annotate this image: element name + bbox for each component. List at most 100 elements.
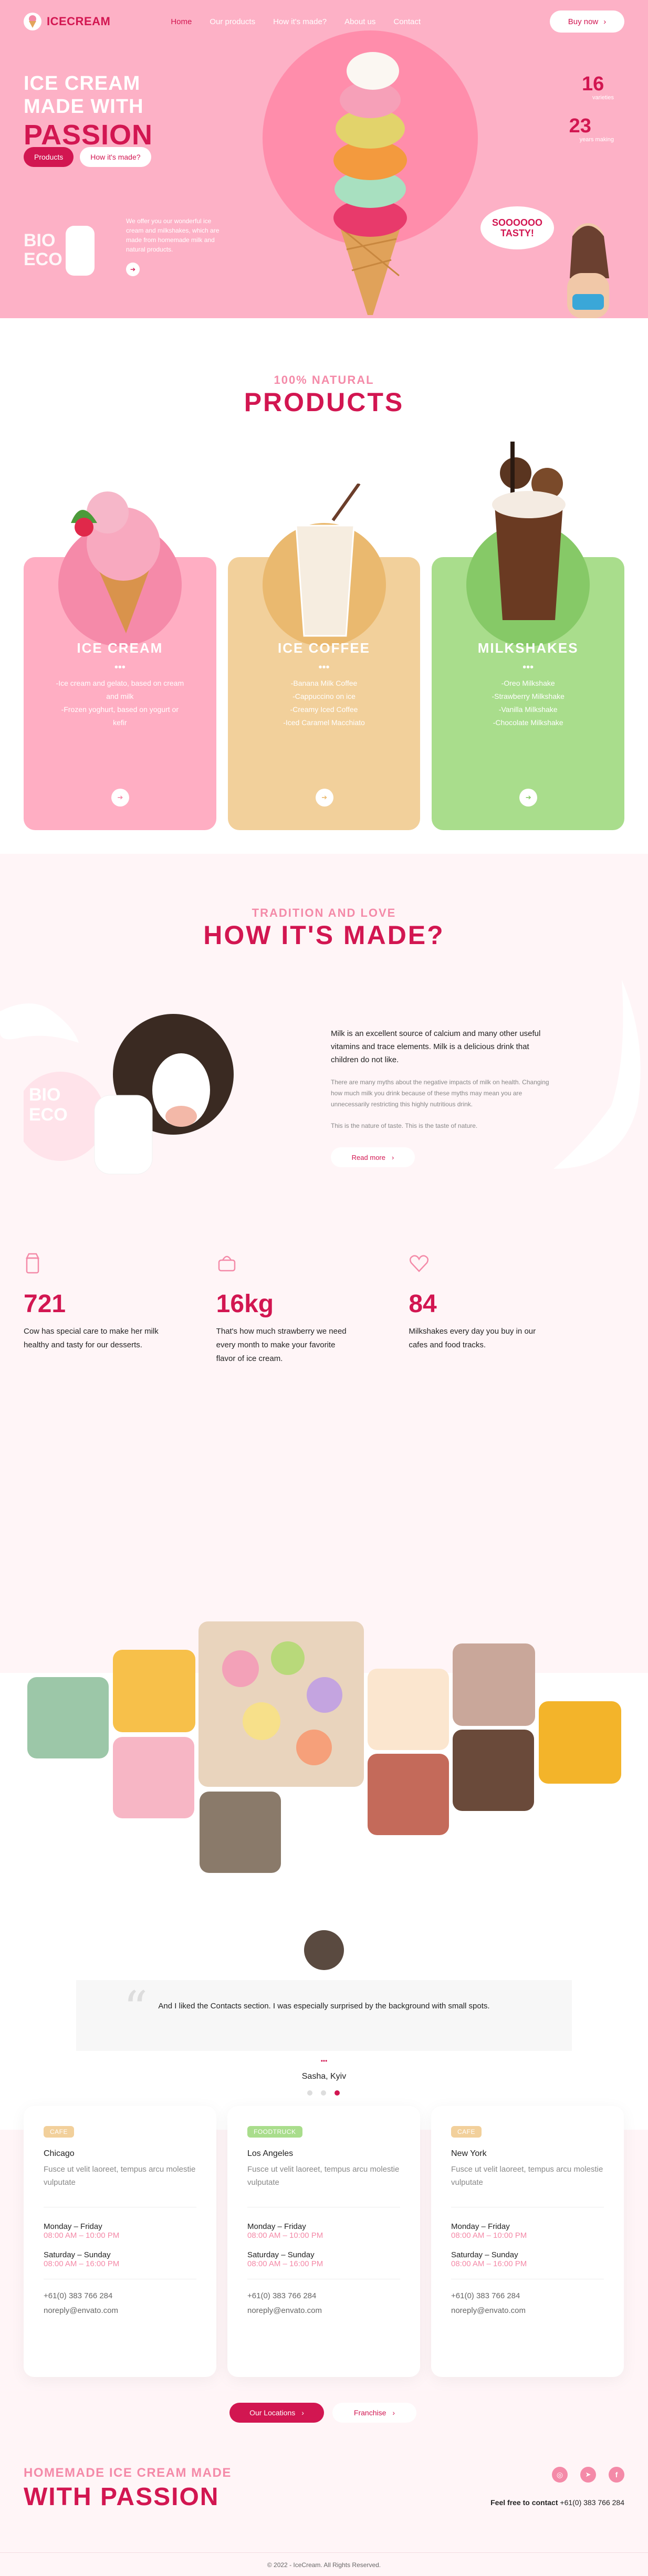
products-button[interactable]: Products	[24, 147, 74, 167]
buy-now-button[interactable]: Buy now ›	[550, 11, 624, 33]
product-item: -Banana Milk Coffee	[290, 679, 358, 687]
location-card-los-angeles: FOODTRUCK Los Angeles Fusce ut velit lao…	[227, 2106, 420, 2377]
how-text: Milk is an excellent source of calcium a…	[331, 1027, 551, 1167]
facebook-icon[interactable]: f	[609, 2467, 624, 2483]
stat-number: 721	[24, 1290, 66, 1318]
dots-divider: •••	[318, 662, 330, 673]
instagram-icon[interactable]: ◎	[552, 2467, 568, 2483]
nav-links: Home Our products How it's made? About u…	[171, 17, 421, 26]
hero-stat-1: 16 varieties	[582, 74, 614, 101]
gallery-photo[interactable]	[113, 1650, 195, 1732]
location-address: Fusce ut velit laoreet, tempus arcu mole…	[44, 2165, 196, 2187]
stat-item: 721 Cow has special care to make her mil…	[24, 1253, 216, 1366]
product-item: -Ice cream and gelato, based on cream an…	[56, 679, 184, 700]
gallery-section	[0, 1552, 648, 1920]
nav-about[interactable]: About us	[344, 17, 375, 26]
copyright: © 2022 - IceCream. All Rights Reserved.	[267, 2561, 381, 2569]
how-made-button[interactable]: How it's made?	[80, 147, 151, 167]
ice-cream-logo-icon	[24, 13, 41, 30]
location-city: Chicago	[44, 2149, 75, 2158]
gallery-photo[interactable]	[539, 1701, 621, 1784]
weekend-label: Saturday – Sunday	[44, 2250, 111, 2259]
arrow-right-icon: ➔	[130, 266, 136, 273]
product-item: -Strawberry Milkshake	[492, 692, 565, 700]
nav-home[interactable]: Home	[171, 17, 192, 26]
stat-item: 84 Milkshakes every day you buy in our c…	[409, 1253, 601, 1366]
gallery-photo[interactable]	[113, 1737, 194, 1818]
hero-buttons: Products How it's made?	[24, 147, 151, 167]
weekday-hours: 08:00 AM – 10:00 PM	[451, 2231, 527, 2240]
logo-text: ICECREAM	[47, 15, 111, 28]
location-phone[interactable]: +61(0) 383 766 284	[451, 2289, 604, 2303]
girl-eating-icecream-image	[567, 223, 609, 318]
franchise-button[interactable]: Franchise ›	[332, 2403, 416, 2423]
weekday-label: Monday – Friday	[451, 2222, 510, 2231]
weekday-label: Monday – Friday	[44, 2222, 102, 2231]
heart-icon	[409, 1253, 601, 1274]
product-name: MILKSHAKES	[477, 640, 579, 656]
how-lead: Milk is an excellent source of calcium a…	[331, 1029, 541, 1064]
bio-eco-text: BIO ECO	[24, 231, 62, 269]
dots-divider: •••	[522, 662, 534, 673]
arrow-right-icon[interactable]: ➔	[315, 789, 333, 807]
top-nav: ICECREAM Home Our products How it's made…	[24, 11, 624, 33]
hero-section: ICECREAM Home Our products How it's made…	[0, 0, 648, 318]
social-links: ◎ ➤ f	[552, 2467, 624, 2483]
ice-cream-cone-image	[333, 52, 407, 315]
location-city: New York	[451, 2149, 487, 2158]
nav-how-made[interactable]: How it's made?	[273, 17, 327, 26]
location-phone[interactable]: +61(0) 383 766 284	[44, 2289, 196, 2303]
location-phone[interactable]: +61(0) 383 766 284	[247, 2289, 400, 2303]
weekend-label: Saturday – Sunday	[247, 2250, 315, 2259]
how-paragraph-2: This is the nature of taste. This is the…	[331, 1122, 478, 1129]
read-more-label: Read more	[351, 1153, 385, 1161]
chevron-right-icon: ›	[391, 1153, 394, 1161]
product-item: -Frozen yoghurt, based on yogurt or kefi…	[61, 705, 179, 727]
nav-our-products[interactable]: Our products	[210, 17, 255, 26]
slider-dot[interactable]	[321, 2090, 326, 2096]
gallery-photo[interactable]	[453, 1643, 535, 1726]
product-card-ice-cream[interactable]: ICE CREAM ••• -Ice cream and gelato, bas…	[24, 491, 216, 830]
tasty-speech-bubble: SOOOOOO TASTY!	[480, 206, 554, 249]
stat-item: 16kg That's how much strawberry we need …	[216, 1253, 409, 1366]
our-locations-button[interactable]: Our Locations ›	[229, 2403, 324, 2423]
location-address: Fusce ut velit laoreet, tempus arcu mole…	[247, 2165, 400, 2187]
telegram-icon[interactable]: ➤	[580, 2467, 596, 2483]
weekday-label: Monday – Friday	[247, 2222, 306, 2231]
slider-dot[interactable]	[307, 2090, 312, 2096]
gallery-photo-main[interactable]	[198, 1621, 364, 1787]
gallery-photo[interactable]	[453, 1730, 534, 1811]
location-email[interactable]: noreply@envato.com	[44, 2303, 196, 2318]
product-name: ICE COFFEE	[278, 640, 371, 656]
testimonial-section: “ And I liked the Contacts section. I wa…	[0, 1920, 648, 2130]
gallery-photo[interactable]	[368, 1669, 449, 1750]
footer-divider	[0, 2552, 648, 2553]
buy-now-label: Buy now	[568, 17, 599, 26]
weekend-hours: 08:00 AM – 16:00 PM	[44, 2259, 120, 2268]
slider-dot-active[interactable]	[335, 2090, 340, 2096]
product-card-milkshakes[interactable]: MILKSHAKES ••• -Oreo Milkshake -Strawber…	[432, 442, 625, 830]
location-email[interactable]: noreply@envato.com	[247, 2303, 400, 2318]
nav-contact[interactable]: Contact	[393, 17, 421, 26]
gallery-photo[interactable]	[368, 1754, 449, 1835]
read-more-button[interactable]: Read more ›	[331, 1147, 415, 1167]
milk-icon	[24, 1253, 216, 1274]
gallery-photo[interactable]	[27, 1677, 109, 1758]
hero-title-line2: MADE WITH	[24, 96, 144, 118]
product-item: -Oreo Milkshake	[501, 679, 555, 687]
logo[interactable]: ICECREAM	[24, 13, 110, 30]
product-item: -Cappuccino on ice	[292, 692, 356, 700]
slider-dots	[307, 2090, 340, 2096]
product-card-ice-coffee[interactable]: ICE COFFEE ••• -Banana Milk Coffee -Capp…	[227, 484, 421, 830]
product-items: -Oreo Milkshake -Strawberry Milkshake -V…	[432, 677, 624, 729]
hero-arrow-button[interactable]: ➔	[126, 263, 140, 276]
hero-stat-1-label: varieties	[592, 95, 614, 101]
weekend-label: Saturday – Sunday	[451, 2250, 518, 2259]
location-card-chicago: CAFE Chicago Fusce ut velit laoreet, tem…	[24, 2106, 216, 2377]
arrow-right-icon[interactable]: ➔	[111, 789, 129, 807]
gallery-photo[interactable]	[200, 1792, 281, 1873]
contact-phone[interactable]: +61(0) 383 766 284	[560, 2498, 624, 2507]
location-email[interactable]: noreply@envato.com	[451, 2303, 604, 2318]
product-item: -Iced Caramel Macchiato	[283, 718, 365, 727]
arrow-right-icon[interactable]: ➔	[519, 789, 538, 807]
